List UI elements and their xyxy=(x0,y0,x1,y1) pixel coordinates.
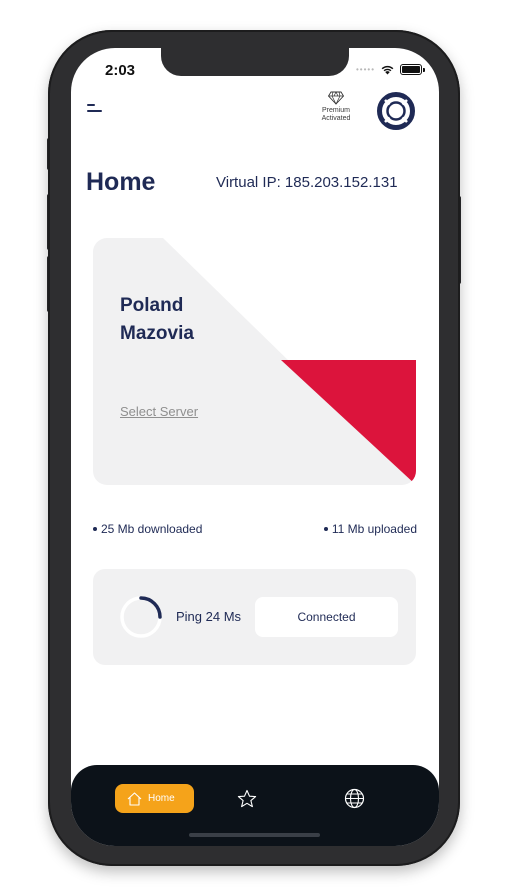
server-card[interactable]: Poland Mazovia Select Server xyxy=(93,238,416,485)
upload-stat: 11 Mb uploaded xyxy=(323,522,417,536)
download-stat-label: 25 Mb downloaded xyxy=(101,522,203,536)
diamond-icon xyxy=(328,91,344,105)
wifi-icon xyxy=(381,65,394,75)
bullet-icon xyxy=(323,526,328,531)
globe-icon[interactable] xyxy=(344,788,365,809)
home-icon xyxy=(127,791,142,806)
upload-stat-label: 11 Mb uploaded xyxy=(331,522,417,536)
menu-icon[interactable] xyxy=(87,104,103,114)
lifebuoy-icon[interactable] xyxy=(376,91,416,131)
home-indicator xyxy=(189,833,320,837)
server-region: Mazovia xyxy=(120,323,194,344)
virtual-ip-label: Virtual IP: 185.203.152.131 xyxy=(216,174,398,191)
status-indicators: ••••• xyxy=(356,64,426,75)
bottom-nav: Home xyxy=(71,765,439,846)
premium-status: Activated xyxy=(321,115,351,122)
signal-dots-icon: ••••• xyxy=(356,65,376,74)
premium-badge: Premium Activated xyxy=(311,91,361,123)
server-country: Poland xyxy=(120,295,184,316)
connection-panel: Ping 24 Ms Connected xyxy=(93,569,416,665)
notch xyxy=(161,48,349,76)
nav-home-label: Home xyxy=(148,793,175,804)
star-icon[interactable] xyxy=(237,789,257,809)
ping-spinner-icon xyxy=(120,596,162,638)
page-title: Home xyxy=(86,168,156,196)
connection-status-button[interactable]: Connected xyxy=(255,597,398,637)
download-stat: 25 Mb downloaded xyxy=(93,522,202,536)
ping-label: Ping 24 Ms xyxy=(176,609,242,624)
nav-home-tab[interactable]: Home xyxy=(115,784,194,813)
premium-label: Premium xyxy=(321,107,350,114)
bullet-icon xyxy=(93,526,97,531)
status-time: 2:03 xyxy=(105,62,136,79)
select-server-link[interactable]: Select Server xyxy=(120,404,198,419)
battery-icon xyxy=(400,64,426,75)
server-card-background xyxy=(93,238,416,485)
app-screen: 2:03 ••••• Premium Activated Home Virtua xyxy=(71,48,439,846)
